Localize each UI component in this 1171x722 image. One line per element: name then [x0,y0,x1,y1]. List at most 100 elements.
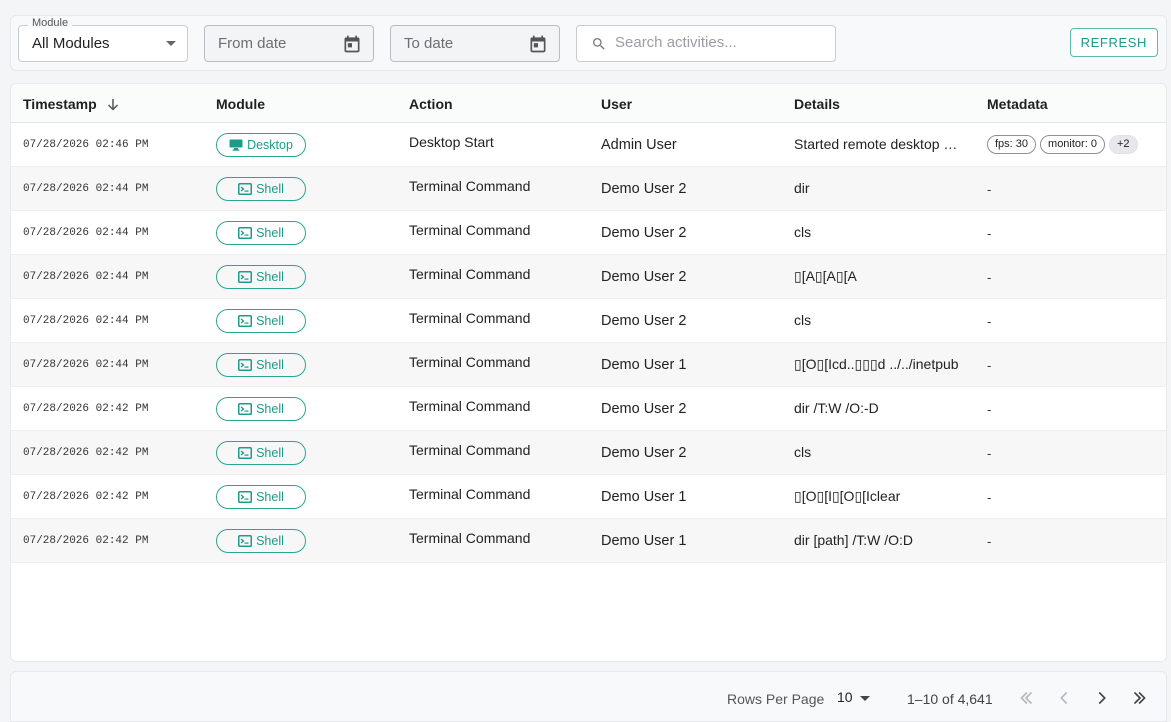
terminal-icon [238,491,253,503]
module-chip-label: Shell [256,446,284,460]
timestamp-cell: 07/28/2026 02:46 PM [23,139,149,151]
details-cell: dir [path] /T:W /O:D [794,532,914,548]
chevron-left-icon [1060,691,1068,705]
module-chip-label: Shell [256,402,284,416]
first-page-button[interactable] [1015,687,1037,709]
timestamp-cell: 07/28/2026 02:44 PM [23,359,149,371]
terminal-icon [238,447,253,459]
refresh-button[interactable]: REFRESH [1069,28,1158,57]
table-row[interactable]: 07/28/2026 02:44 PM Shell Terminal Comma… [11,343,1166,387]
table-row[interactable]: 07/28/2026 02:44 PM Shell Terminal Comma… [11,299,1166,343]
metadata-cell: - [987,490,992,505]
module-chip-shell[interactable]: Shell [216,177,306,201]
metadata-chip: monitor: 0 [1040,135,1105,154]
timestamp-cell: 07/28/2026 02:42 PM [23,403,149,415]
action-cell: Terminal Command [409,266,531,282]
metadata-more-chip[interactable]: +2 [1108,135,1138,154]
timestamp-cell: 07/28/2026 02:42 PM [23,491,149,503]
module-chip-label: Shell [256,270,284,284]
timestamp-header-label: Timestamp [23,96,97,112]
column-header-timestamp[interactable]: Timestamp [23,96,119,112]
caret-down-icon[interactable] [860,696,870,701]
table-row[interactable]: 07/28/2026 02:44 PM Shell Terminal Comma… [11,255,1166,299]
user-cell: Demo User 2 [601,269,687,285]
module-chip-shell[interactable]: Shell [216,441,306,465]
column-header-action[interactable]: Action [409,96,453,112]
rows-per-page-select[interactable]: 10 [837,689,853,705]
table-row[interactable]: 07/28/2026 02:42 PM Shell Terminal Comma… [11,475,1166,519]
terminal-icon [238,315,253,327]
search-input[interactable] [615,34,825,51]
metadata-cell: - [987,358,992,373]
terminal-icon [238,535,253,547]
metadata-cell: - [987,182,992,197]
user-cell: Demo User 2 [601,313,687,329]
module-chip-shell[interactable]: Shell [216,265,306,289]
calendar-icon[interactable] [342,34,362,54]
action-cell: Terminal Command [409,486,531,502]
module-chip-shell[interactable]: Shell [216,485,306,509]
rows-per-page-label: Rows Per Page [727,691,825,707]
search-field[interactable] [576,25,836,62]
module-chip-shell[interactable]: Shell [216,397,306,421]
module-select-value: All Modules [32,35,110,52]
last-page-button[interactable] [1129,687,1151,709]
metadata-cell: - [987,402,992,417]
module-chip-desktop[interactable]: Desktop [216,133,306,157]
timestamp-cell: 07/28/2026 02:44 PM [23,271,149,283]
from-date-placeholder: From date [218,35,287,52]
double-chevron-left-icon [1020,691,1033,705]
action-cell: Terminal Command [409,442,531,458]
next-page-button[interactable] [1091,687,1113,709]
metadata-cell: - [987,270,992,285]
table-row[interactable]: 07/28/2026 02:44 PM Shell Terminal Comma… [11,211,1166,255]
metadata-chips: fps: 30 monitor: 0 +2 [987,135,1138,154]
module-chip-shell[interactable]: Shell [216,353,306,377]
module-chip-shell[interactable]: Shell [216,309,306,333]
module-chip-label: Shell [256,358,284,372]
table-header: Timestamp Module Action User Details Met… [11,84,1166,123]
table-row[interactable]: 07/28/2026 02:46 PM Desktop Desktop Star… [11,123,1166,167]
module-chip-label: Shell [256,182,284,196]
from-date-field[interactable]: From date [204,25,374,62]
to-date-field[interactable]: To date [390,25,560,62]
module-chip-label: Shell [256,490,284,504]
action-cell: Terminal Command [409,354,531,370]
column-header-user[interactable]: User [601,96,632,112]
metadata-chip: fps: 30 [987,135,1037,154]
chevron-right-icon [1098,691,1106,705]
table-row[interactable]: 07/28/2026 02:42 PM Shell Terminal Comma… [11,431,1166,475]
module-select[interactable]: Module All Modules [18,17,188,62]
user-cell: Demo User 2 [601,401,687,417]
table-row[interactable]: 07/28/2026 02:42 PM Shell Terminal Comma… [11,387,1166,431]
module-chip-label: Desktop [247,138,293,152]
timestamp-cell: 07/28/2026 02:44 PM [23,183,149,195]
details-cell: ▯[O▯[I▯[O▯[Iclear [794,488,901,504]
metadata-cell: - [987,534,992,549]
column-header-metadata[interactable]: Metadata [987,96,1048,112]
monitor-icon [229,139,243,151]
user-cell: Demo User 2 [601,225,687,241]
previous-page-button[interactable] [1053,687,1075,709]
action-cell: Terminal Command [409,310,531,326]
details-cell: Started remote desktop session [794,136,964,152]
user-cell: Admin User [601,137,677,153]
module-chip-shell[interactable]: Shell [216,529,306,553]
module-chip-shell[interactable]: Shell [216,221,306,245]
table-row[interactable]: 07/28/2026 02:42 PM Shell Terminal Comma… [11,519,1166,563]
timestamp-cell: 07/28/2026 02:42 PM [23,535,149,547]
column-header-module[interactable]: Module [216,96,265,112]
metadata-cell: - [987,446,992,461]
details-cell: dir /T:W /O:-D [794,400,879,416]
user-cell: Demo User 1 [601,357,687,373]
details-cell: cls [794,312,812,328]
arrow-down-icon[interactable] [107,98,119,111]
user-cell: Demo User 2 [601,181,687,197]
table-row[interactable]: 07/28/2026 02:44 PM Shell Terminal Comma… [11,167,1166,211]
calendar-icon[interactable] [528,34,548,54]
timestamp-cell: 07/28/2026 02:44 PM [23,315,149,327]
filter-toolbar: Module All Modules From date To date REF… [10,15,1167,71]
activity-table: Timestamp Module Action User Details Met… [10,83,1167,662]
column-header-details[interactable]: Details [794,96,840,112]
metadata-cell: - [987,226,992,241]
